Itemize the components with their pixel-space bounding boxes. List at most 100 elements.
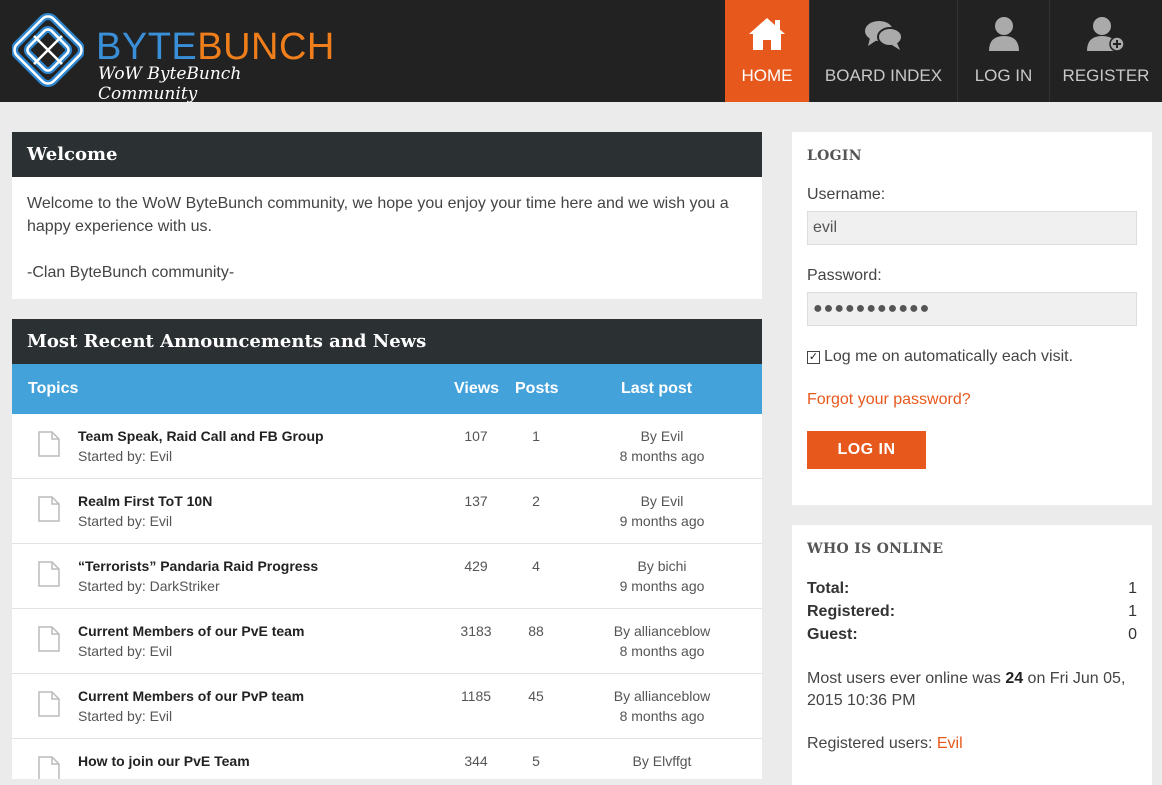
table-row[interactable]: Current Members of our PvE team Started b… — [12, 609, 762, 674]
password-label: Password: — [807, 267, 882, 284]
nav-log-in[interactable]: LOG IN — [957, 0, 1049, 102]
topic-posts: 2 — [532, 493, 540, 509]
topic-posts: 4 — [532, 558, 540, 574]
remember-me-checkbox[interactable]: ✓ — [807, 350, 820, 364]
topic-title-link[interactable]: Current Members of our PvP team — [78, 688, 304, 704]
topic-title-link[interactable]: Realm First ToT 10N — [78, 493, 212, 509]
home-icon — [747, 8, 787, 52]
login-button[interactable]: LOG IN — [807, 431, 926, 469]
column-posts: Posts — [515, 380, 559, 397]
document-icon — [38, 431, 60, 457]
topic-title-link[interactable]: How to join our PvE Team — [78, 753, 250, 769]
column-last-post: Last post — [621, 380, 693, 397]
online-record-count: 24 — [1005, 670, 1024, 687]
last-post-time: 9 months ago — [619, 578, 705, 594]
user-add-icon — [1087, 8, 1125, 52]
welcome-text: Welcome to the WoW ByteBunch community, … — [27, 195, 729, 235]
announcements-panel: Most Recent Announcements and News Topic… — [12, 319, 762, 779]
topics-list: Team Speak, Raid Call and FB Group Starte… — [12, 414, 762, 779]
username-label: Username: — [807, 186, 886, 203]
topic-title-link[interactable]: Current Members of our PvE team — [78, 623, 304, 639]
topic-posts: 45 — [528, 688, 544, 704]
site-header: BYTEBUNCH WoW ByteBunch Community HOME B… — [0, 0, 1162, 104]
table-row[interactable]: Team Speak, Raid Call and FB Group Starte… — [12, 414, 762, 479]
welcome-body: Welcome to the WoW ByteBunch community, … — [12, 177, 762, 299]
stat-guest-value: 0 — [1128, 626, 1137, 643]
stat-total-label: Total: — [807, 580, 850, 597]
who-is-online-title: WHO IS ONLINE — [807, 541, 944, 557]
registered-users-prefix: Registered users: — [807, 735, 937, 752]
topic-started-by: Started by: Evil — [78, 708, 173, 724]
topic-title-link[interactable]: “Terrorists” Pandaria Raid Progress — [78, 558, 318, 574]
nav-register[interactable]: REGISTER — [1049, 0, 1162, 102]
last-post-author[interactable]: By bichi — [572, 558, 752, 574]
topic-started-by: Started by: Evil — [78, 513, 173, 529]
stat-total-value: 1 — [1128, 580, 1137, 597]
site-logo[interactable]: BYTEBUNCH WoW ByteBunch Community — [12, 10, 342, 104]
welcome-panel: Welcome Welcome to the WoW ByteBunch com… — [12, 132, 762, 299]
stat-guest-label: Guest: — [807, 626, 858, 643]
last-post-author[interactable]: By Evil — [572, 428, 752, 444]
last-post-time: 9 months ago — [619, 513, 705, 529]
main-nav: HOME BOARD INDEX LOG IN REGISTER — [725, 0, 1162, 102]
last-post-time: 8 months ago — [619, 708, 705, 724]
nav-board-index[interactable]: BOARD INDEX — [809, 0, 957, 102]
document-icon — [38, 691, 60, 717]
table-row[interactable]: Realm First ToT 10N Started by: Evil 137 2 B… — [12, 479, 762, 544]
nav-home-label: HOME — [741, 66, 793, 85]
welcome-title: Welcome — [12, 132, 762, 177]
table-row[interactable]: How to join our PvE Team 344 5 By Elvffgt — [12, 739, 762, 779]
table-row[interactable]: “Terrorists” Pandaria Raid Progress Start… — [12, 544, 762, 609]
welcome-signature: -Clan ByteBunch community- — [27, 264, 235, 281]
brand-name-part2: BUNCH — [197, 26, 335, 68]
stat-total: Total: 1 — [807, 580, 1137, 598]
column-views: Views — [454, 380, 500, 397]
last-post-author[interactable]: By Evil — [572, 493, 752, 509]
last-post-author[interactable]: By allianceblow — [572, 688, 752, 704]
username-field[interactable]: evil — [807, 211, 1137, 245]
topic-posts: 88 — [528, 623, 544, 639]
document-icon — [38, 561, 60, 587]
topic-posts: 1 — [532, 428, 540, 444]
column-topics: Topics — [28, 380, 79, 397]
nav-log-in-label: LOG IN — [974, 66, 1033, 85]
topic-started-by: Started by: Evil — [78, 448, 173, 464]
nav-register-label: REGISTER — [1062, 66, 1150, 85]
document-icon — [38, 626, 60, 652]
login-box: LOGIN Username: evil Password: ●●●●●●●●●… — [792, 132, 1152, 505]
table-row[interactable]: Current Members of our PvP team Started b… — [12, 674, 762, 739]
celtic-knot-logo-icon — [12, 13, 84, 87]
registered-users-line: Registered users: Evil — [807, 735, 963, 753]
brand-name-part1: BYTE — [96, 26, 198, 68]
forgot-password-link[interactable]: Forgot your password? — [807, 391, 971, 409]
stat-registered-label: Registered: — [807, 603, 896, 620]
topic-started-by: Started by: Evil — [78, 643, 173, 659]
last-post-author[interactable]: By allianceblow — [572, 623, 752, 639]
last-post-author[interactable]: By Elvffgt — [572, 753, 752, 769]
topic-posts: 5 — [532, 753, 540, 769]
document-icon — [38, 496, 60, 522]
online-record-text: Most users ever online was 24 on Fri Jun… — [807, 668, 1137, 712]
last-post-time: 8 months ago — [619, 448, 705, 464]
who-is-online-box: WHO IS ONLINE Total: 1 Registered: 1 Gue… — [792, 525, 1152, 785]
nav-home[interactable]: HOME — [725, 0, 809, 102]
registered-user-link[interactable]: Evil — [937, 735, 963, 752]
topic-title-link[interactable]: Team Speak, Raid Call and FB Group — [78, 428, 324, 444]
topics-table-header: Topics Views Posts Last post — [12, 364, 762, 414]
remember-me-label: Log me on automatically each visit. — [824, 348, 1074, 365]
last-post-time: 8 months ago — [619, 643, 705, 659]
brand-tagline: WoW ByteBunch Community — [98, 64, 242, 104]
stat-guest: Guest: 0 — [807, 626, 1137, 644]
announcements-title: Most Recent Announcements and News — [12, 319, 762, 364]
stat-registered: Registered: 1 — [807, 603, 1137, 621]
stat-registered-value: 1 — [1128, 603, 1137, 620]
online-record-prefix: Most users ever online was — [807, 670, 1006, 687]
user-icon — [988, 8, 1020, 52]
chat-bubbles-icon — [864, 8, 904, 52]
topic-started-by: Started by: DarkStriker — [78, 578, 220, 594]
password-field[interactable]: ●●●●●●●●●●● — [807, 292, 1137, 326]
document-icon — [38, 756, 60, 779]
login-title: LOGIN — [807, 148, 862, 164]
brand-name: BYTEBUNCH — [96, 28, 335, 66]
remember-me: ✓ Log me on automatically each visit. — [807, 348, 1073, 366]
